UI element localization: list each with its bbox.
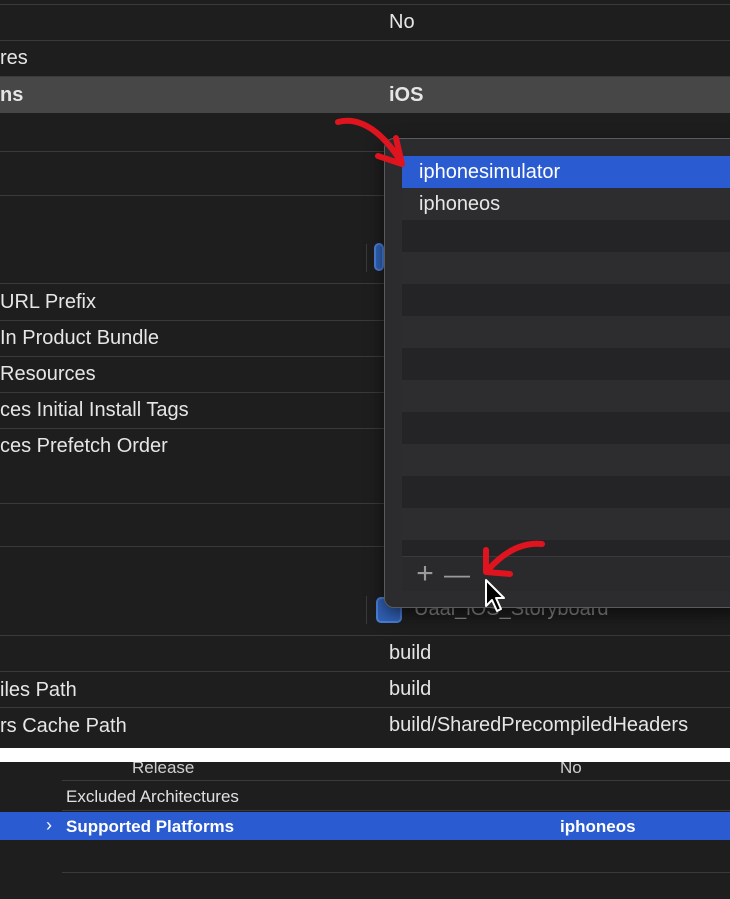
setting-value-ios[interactable]: iOS	[389, 84, 423, 107]
column-divider	[366, 244, 367, 272]
row-divider	[0, 707, 730, 708]
row-divider	[0, 356, 385, 357]
setting-value[interactable]: build	[389, 678, 431, 701]
row-divider	[0, 546, 385, 547]
row-divider	[0, 503, 385, 504]
row-divider	[0, 4, 730, 5]
list-item-iphoneos[interactable]: iphoneos	[402, 188, 730, 220]
row-divider	[0, 392, 385, 393]
row-divider	[0, 40, 730, 41]
setting-name: ces Prefetch Order	[0, 435, 168, 457]
platforms-list: iphonesimulator iphoneos	[402, 156, 730, 556]
mouse-cursor-icon	[485, 579, 505, 612]
list-item-iphonesimulator[interactable]: iphonesimulator	[402, 156, 730, 188]
setting-name-release: Release	[132, 762, 195, 777]
row-divider	[0, 428, 385, 429]
list-stripe	[402, 252, 730, 284]
annotation-arrow-icon	[335, 117, 405, 167]
row-divider	[0, 320, 385, 321]
setting-value[interactable]: build	[389, 642, 431, 665]
build-settings-panel-bottom: Release No Excluded Architectures › Supp…	[0, 762, 730, 899]
column-divider	[366, 596, 367, 624]
setting-name-excluded-architectures: Excluded Architectures	[66, 787, 239, 806]
row-divider	[62, 872, 730, 873]
list-stripe	[402, 476, 730, 508]
setting-name: iles Path	[0, 679, 77, 701]
selected-row-highlight[interactable]	[0, 77, 730, 113]
row-divider	[0, 283, 385, 284]
setting-name: rs Cache Path	[0, 715, 127, 737]
app-target-icon	[374, 243, 384, 271]
list-stripe	[402, 284, 730, 316]
list-stripe	[402, 508, 730, 540]
remove-item-button[interactable]: —	[442, 557, 472, 591]
setting-name: URL Prefix	[0, 291, 96, 313]
setting-name: res	[0, 47, 28, 69]
row-divider	[0, 635, 730, 636]
list-stripe	[402, 348, 730, 380]
list-toolbar: + —	[402, 556, 730, 591]
setting-value[interactable]: No	[389, 11, 415, 34]
setting-name: ces Initial Install Tags	[0, 399, 189, 421]
setting-value-supported-platforms[interactable]: iphoneos	[560, 817, 636, 837]
list-stripe	[402, 316, 730, 348]
row-divider	[62, 810, 730, 811]
add-item-button[interactable]: +	[410, 557, 440, 591]
list-stripe	[402, 444, 730, 476]
list-stripe	[402, 380, 730, 412]
setting-name-supported-platforms[interactable]: Supported Platforms	[66, 817, 234, 837]
setting-name-supported-platforms[interactable]: ns	[0, 84, 23, 107]
build-settings-panel-top: No res ns iOS URL Prefix In Product Bund…	[0, 0, 730, 748]
setting-value-release[interactable]: No	[560, 762, 582, 778]
setting-value[interactable]: build/SharedPrecompiledHeaders	[389, 714, 688, 737]
list-stripe	[402, 220, 730, 252]
disclosure-chevron-icon[interactable]: ›	[46, 815, 52, 836]
row-divider	[0, 671, 730, 672]
row-divider	[62, 780, 730, 781]
setting-name: In Product Bundle	[0, 327, 159, 349]
row-divider	[0, 195, 385, 196]
setting-name: Resources	[0, 363, 96, 385]
list-stripe	[402, 412, 730, 444]
row-divider	[0, 151, 385, 152]
